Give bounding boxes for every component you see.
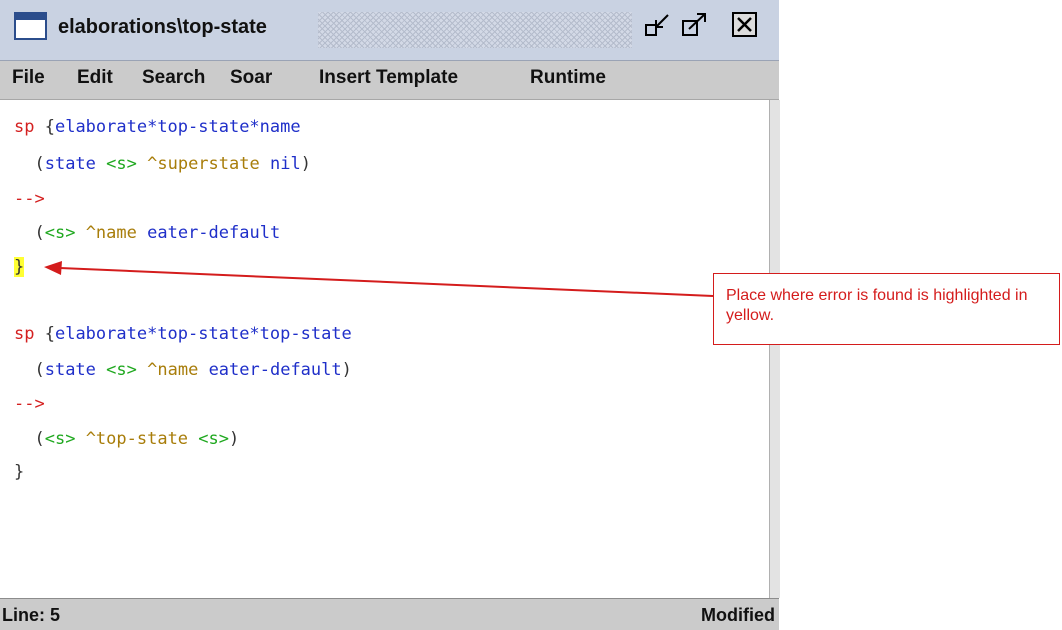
annotation-text: Place where error is found is highlighte… [726,287,1028,324]
annotation-callout: Place where error is found is highlighte… [713,273,1060,345]
